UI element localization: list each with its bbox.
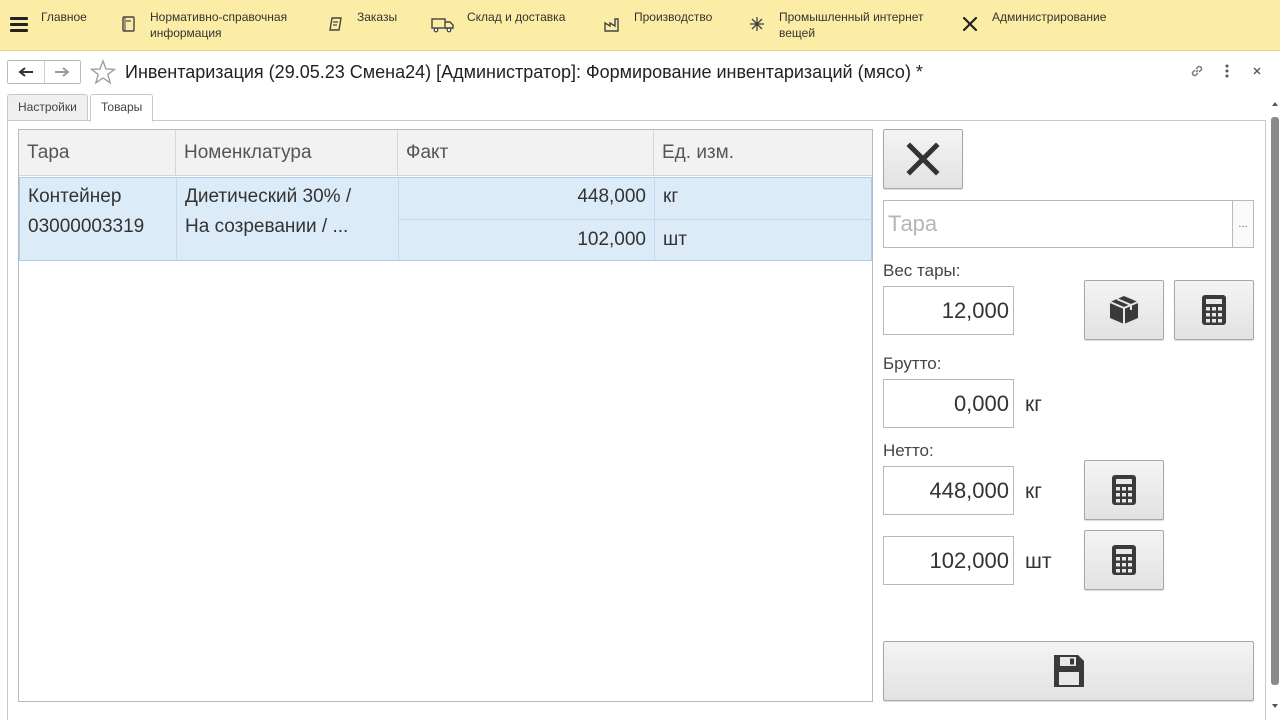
vertical-scrollbar[interactable] (1270, 100, 1280, 710)
tara-select-button[interactable]: ... (1232, 200, 1254, 248)
tare-calculator-button[interactable] (1174, 280, 1254, 340)
more-options-icon[interactable] (1218, 62, 1236, 80)
orders-icon (327, 15, 345, 33)
net-pcs-calculator-button[interactable] (1084, 530, 1164, 590)
tab-goods[interactable]: Товары (90, 94, 154, 122)
cell-fact-kg: 448,000 (577, 186, 646, 207)
delivery-truck-icon (431, 15, 455, 33)
cell-nomenclature-line2: На созревании / ... (185, 216, 349, 237)
nav-item-reference-info[interactable]: Нормативно-справочная информация (150, 9, 310, 41)
column-header-unit[interactable]: Ед. изм. (654, 130, 872, 176)
nav-item-orders[interactable]: Заказы (357, 9, 397, 25)
close-window-icon[interactable] (1248, 62, 1266, 80)
factory-icon (603, 15, 621, 33)
column-header-nomenclature[interactable]: Номенклатура (176, 130, 398, 176)
tare-weight-label: Вес тары: (883, 261, 961, 280)
net-pcs-unit: шт (1025, 550, 1052, 573)
scroll-up-arrow-icon[interactable] (1272, 102, 1278, 106)
net-label: Нетто: (883, 441, 934, 460)
close-x-icon (906, 142, 940, 176)
back-arrow-icon[interactable] (8, 61, 44, 83)
favorite-star-icon[interactable] (89, 59, 117, 85)
cell-unit-kg: кг (663, 186, 679, 207)
history-navigation (7, 60, 81, 84)
net-pcs-field[interactable]: 102,000 (883, 536, 1014, 585)
nav-item-administration[interactable]: Администрирование (992, 9, 1106, 25)
tare-weight-field[interactable]: 12,000 (883, 286, 1014, 335)
box-icon (1109, 296, 1139, 324)
calculator-icon (1112, 475, 1136, 505)
nav-item-main[interactable]: Главное (41, 9, 87, 25)
gross-unit: кг (1025, 393, 1042, 416)
tare-box-button[interactable] (1084, 280, 1164, 340)
link-icon[interactable] (1188, 62, 1206, 80)
tab-settings[interactable]: Настройки (7, 94, 88, 121)
column-header-fact[interactable]: Факт (398, 130, 654, 176)
calculator-icon (1202, 295, 1226, 325)
tara-input[interactable]: Тара (883, 200, 1233, 248)
floppy-disk-icon (1053, 655, 1084, 687)
scroll-down-arrow-icon[interactable] (1272, 704, 1278, 708)
iot-network-icon (748, 15, 766, 33)
forward-arrow-icon[interactable] (43, 61, 81, 83)
nav-item-iot[interactable]: Промышленный интернет вещей (779, 9, 949, 41)
table-row[interactable]: Контейнер 03000003319 Диетический 30% / … (19, 177, 872, 261)
calculator-icon (1112, 545, 1136, 575)
clear-button[interactable] (883, 129, 963, 189)
nav-item-warehouse-delivery[interactable]: Склад и доставка (467, 9, 565, 25)
cell-fact-pcs: 102,000 (577, 229, 646, 250)
reference-book-icon (120, 15, 138, 33)
cell-nomenclature-line1: Диетический 30% / (185, 186, 352, 207)
net-kg-unit: кг (1025, 480, 1042, 503)
hamburger-menu-icon[interactable] (10, 17, 28, 33)
goods-table: Тара Номенклатура Факт Ед. изм. Контейне… (18, 129, 873, 702)
nav-item-production[interactable]: Производство (634, 9, 712, 25)
table-header: Тара Номенклатура Факт Ед. изм. (19, 130, 872, 176)
net-kg-calculator-button[interactable] (1084, 460, 1164, 520)
page-title: Инвентаризация (29.05.23 Смена24) [Админ… (125, 62, 923, 82)
cell-tara-line1: Контейнер (28, 186, 122, 207)
gross-field[interactable]: 0,000 (883, 379, 1014, 428)
administration-tools-icon (961, 15, 979, 33)
net-kg-field[interactable]: 448,000 (883, 466, 1014, 515)
scrollbar-thumb[interactable] (1271, 117, 1279, 685)
main-menu-bar: Главное Нормативно-справочная информация… (0, 0, 1280, 51)
gross-label: Брутто: (883, 354, 942, 373)
column-header-tara[interactable]: Тара (19, 130, 176, 176)
cell-tara-line2: 03000003319 (28, 216, 145, 237)
cell-unit-pcs: шт (663, 229, 687, 250)
save-button[interactable] (883, 641, 1254, 701)
